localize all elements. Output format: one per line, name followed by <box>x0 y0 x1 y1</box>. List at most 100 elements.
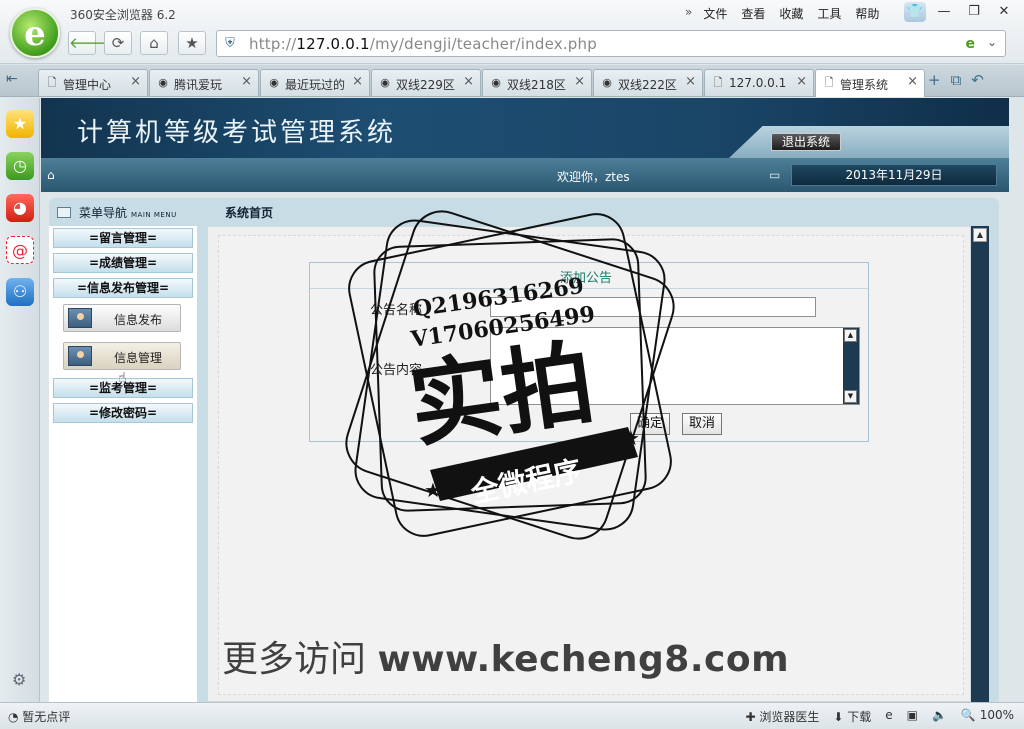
content-inner: 添加公告 公告名称 公告内容 ▲ ▼ 确定 取消 <box>218 235 964 695</box>
tab-close-icon[interactable]: × <box>241 74 252 89</box>
left-menu: =留言管理= =成绩管理= =信息发布管理= 信息发布 信息管理 =监考管理= … <box>49 226 197 702</box>
browser-app-title: 360安全浏览器 6.2 <box>70 8 176 22</box>
tab-list-icon[interactable]: ⧉ <box>951 71 962 89</box>
menu-score-management[interactable]: =成绩管理= <box>53 253 193 273</box>
new-tab-icon[interactable]: + <box>928 71 941 89</box>
page-icon: 🗋 <box>47 76 57 89</box>
double-chevron-icon[interactable]: » <box>678 4 696 23</box>
status-right: ✚ 浏览器医生 ⬇ 下载 e ▣ 🔈 🔍 100% <box>745 708 1014 725</box>
history-clock-icon[interactable]: ◷ <box>6 152 34 180</box>
add-notice-form: 添加公告 公告名称 公告内容 ▲ ▼ 确定 取消 <box>309 262 869 442</box>
chrome-icon: ◉ <box>269 76 279 89</box>
home-button[interactable]: ⌂ <box>140 31 168 55</box>
menu-file[interactable]: 文件 <box>696 4 734 23</box>
welcome-text: 欢迎你，ztes <box>557 170 630 184</box>
browser-doctor[interactable]: ✚ 浏览器医生 <box>745 708 819 725</box>
chrome-icon: ◉ <box>380 76 390 89</box>
tab-back-icon[interactable]: ⇤ <box>6 71 18 87</box>
menu-favorites[interactable]: 收藏 <box>772 4 810 23</box>
web-page: 计算机等级考试管理系统 退出系统 ⌂ 欢迎你，ztes ▭ 2013年11月29… <box>41 98 1009 702</box>
tab-6[interactable]: ◉ 双线222区 × <box>593 69 703 96</box>
notice-name-label: 公告名称 <box>370 303 423 318</box>
nav-header: 菜单导航 MAIN MENU <box>57 204 177 224</box>
chrome-icon: ◉ <box>491 76 501 89</box>
download[interactable]: ⬇ 下载 <box>833 708 871 725</box>
gear-icon[interactable]: ⚙ <box>12 670 26 689</box>
mail-icon[interactable]: @ <box>6 236 34 264</box>
weibo-icon[interactable]: ◕ <box>6 194 34 222</box>
status-comment[interactable]: ◔ 暂无点评 <box>8 708 70 725</box>
favorite-star-button[interactable]: ★ <box>178 31 206 55</box>
tab-close-icon[interactable]: × <box>907 74 918 89</box>
menu-message-management[interactable]: =留言管理= <box>53 228 193 248</box>
tab-close-icon[interactable]: × <box>463 74 474 89</box>
watermark-url: 更多访问 www.kecheng8.com <box>222 639 790 680</box>
scroll-up-icon[interactable]: ▲ <box>844 329 857 342</box>
app-icon[interactable]: ⚇ <box>6 278 34 306</box>
window-icon[interactable]: ▣ <box>907 708 918 725</box>
welcome-bar: ⌂ 欢迎你，ztes ▭ 2013年11月29日 <box>41 158 1009 192</box>
notice-name-input[interactable] <box>490 297 816 317</box>
volume-icon[interactable]: 🔈 <box>932 708 947 725</box>
skin-icon[interactable]: 👕 <box>904 2 926 22</box>
engine-e-icon[interactable]: e <box>966 36 976 52</box>
ie-icon[interactable]: e <box>885 708 892 725</box>
tab-tools: + ⧉ ↶ <box>928 71 984 89</box>
logout-button[interactable]: 退出系统 <box>771 133 841 151</box>
tab-5[interactable]: ◉ 双线218区 × <box>482 69 592 96</box>
tab-4[interactable]: ◉ 双线229区 × <box>371 69 481 96</box>
menu-help[interactable]: 帮助 <box>848 4 886 23</box>
browser-logo-icon: e <box>10 8 60 58</box>
breadcrumb: 系统首页 <box>225 206 274 220</box>
notice-content-textarea[interactable]: ▲ ▼ <box>490 327 860 405</box>
shield-icon[interactable]: ⛨ <box>221 35 239 53</box>
close-icon[interactable]: ✕ <box>992 2 1016 22</box>
date-display: 2013年11月29日 <box>791 164 997 186</box>
tab-close-icon[interactable]: × <box>574 74 585 89</box>
page-scrollbar[interactable]: ▲ <box>971 226 989 702</box>
restore-icon[interactable]: ❐ <box>962 2 986 22</box>
system-title: 计算机等级考试管理系统 <box>77 118 397 148</box>
tab-2[interactable]: ◉ 腾讯爱玩 × <box>149 69 259 96</box>
browser-sidebar: ★ ◷ ◕ @ ⚇ <box>0 98 40 702</box>
cancel-button[interactable]: 取消 <box>682 413 723 435</box>
home-icon[interactable]: ⌂ <box>47 168 55 182</box>
menu-view[interactable]: 查看 <box>734 4 772 23</box>
confirm-button[interactable]: 确定 <box>630 413 671 435</box>
minimize-icon[interactable]: — <box>932 2 956 22</box>
refresh-button[interactable]: ⟳ <box>104 31 132 55</box>
form-header: 添加公告 <box>310 263 868 289</box>
chevron-down-icon[interactable]: ⌄ <box>987 35 997 49</box>
undo-close-icon[interactable]: ↶ <box>971 71 984 89</box>
tabs: 🗋 管理中心 × ◉ 腾讯爱玩 × ◉ 最近玩过的 × ◉ 双线229区 × ◉ 双线218区 × … <box>38 69 925 97</box>
url-text[interactable]: http://127.0.0.1/my/dengji/teacher/index… <box>249 35 597 53</box>
menu-tools[interactable]: 工具 <box>810 4 848 23</box>
window-controls: 👕 — ❐ ✕ <box>904 2 1016 22</box>
tab-3[interactable]: ◉ 最近玩过的 × <box>260 69 370 96</box>
menu-grid-icon <box>57 207 71 218</box>
tab-1[interactable]: 🗋 管理中心 × <box>38 69 148 96</box>
textarea-scrollbar[interactable]: ▲ ▼ <box>843 328 859 404</box>
zoom[interactable]: 🔍 100% <box>961 708 1014 725</box>
favorites-star-icon[interactable]: ★ <box>6 110 34 138</box>
tab-close-icon[interactable]: × <box>796 74 807 89</box>
tab-close-icon[interactable]: × <box>130 74 141 89</box>
submenu-info-manage[interactable]: 信息管理 <box>63 342 181 370</box>
site-banner: 计算机等级考试管理系统 退出系统 <box>41 98 1009 158</box>
scroll-down-icon[interactable]: ▼ <box>844 390 857 403</box>
user-avatar-icon <box>68 308 92 328</box>
address-bar[interactable]: ⛨ http://127.0.0.1/my/dengji/teacher/ind… <box>216 30 1006 57</box>
scroll-up-icon[interactable]: ▲ <box>973 228 987 242</box>
main-frame: 菜单导航 MAIN MENU 系统首页 =留言管理= =成绩管理= =信息发布管理… <box>49 198 999 702</box>
menu-change-password[interactable]: =修改密码= <box>53 403 193 423</box>
page-icon: 🗋 <box>713 76 723 89</box>
tab-close-icon[interactable]: × <box>352 74 363 89</box>
browser-titlebar: e 360安全浏览器 6.2 » 文件 查看 收藏 工具 帮助 👕 — ❐ ✕ … <box>0 0 1024 64</box>
tab-close-icon[interactable]: × <box>685 74 696 89</box>
tab-8-active[interactable]: 🗋 管理系统 × <box>815 69 925 97</box>
menu-info-publish-management[interactable]: =信息发布管理= <box>53 278 193 298</box>
submenu-info-publish[interactable]: 信息发布 <box>63 304 181 332</box>
tab-7[interactable]: 🗋 127.0.0.1 × <box>704 69 814 96</box>
back-button[interactable]: 🡐 <box>68 31 109 55</box>
user-avatar-icon <box>68 346 92 366</box>
